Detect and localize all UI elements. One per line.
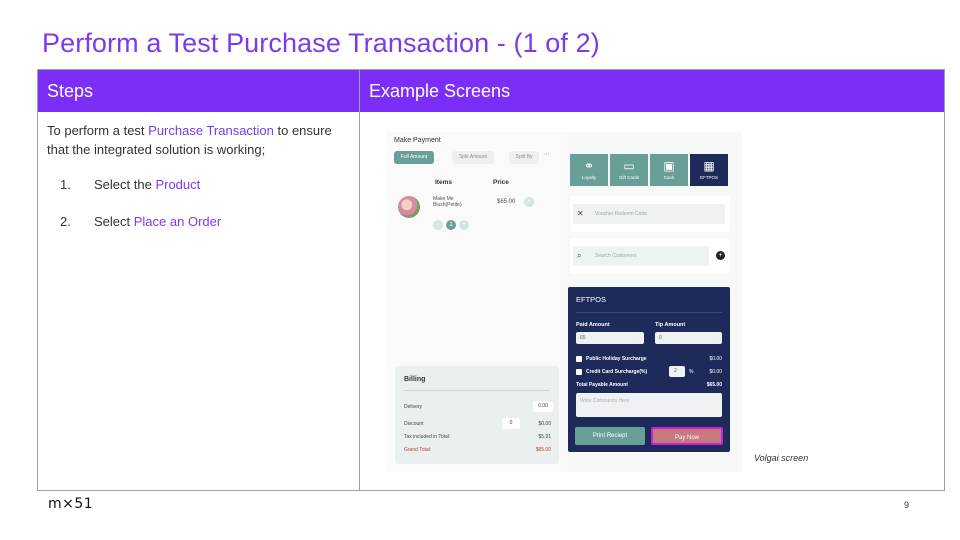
product-price: $65.00 <box>497 199 516 205</box>
paid-amount-input[interactable]: 65 <box>576 332 644 344</box>
paid-amount-label: Paid Amount <box>576 322 610 328</box>
split-amount-button[interactable]: Split Amount <box>452 151 494 164</box>
divider <box>404 390 550 391</box>
remove-item-icon[interactable]: × <box>524 197 534 207</box>
billing-title: Billing <box>404 376 426 383</box>
holiday-surcharge-value: $0.00 <box>709 356 722 362</box>
total-payable-value: $65.00 <box>706 382 722 388</box>
divider <box>576 312 722 313</box>
discount-input[interactable]: 0 <box>502 418 520 429</box>
more-options-icon[interactable]: ··· <box>543 151 550 158</box>
credit-surcharge-input[interactable]: 2 <box>669 366 685 377</box>
total-payable-label: Total Payable Amount <box>576 382 628 388</box>
tip-amount-input[interactable]: 0 <box>655 332 722 344</box>
header-steps: Steps <box>47 81 94 101</box>
comments-textarea[interactable]: Write Comments Here <box>576 393 722 417</box>
percent-sign: % <box>689 369 694 375</box>
slide: Perform a Test Purchase Transaction - (1… <box>0 0 960 540</box>
pay-now-button[interactable]: Pay Now <box>651 427 723 445</box>
step-2: 2. Select Place an Order <box>60 214 221 229</box>
holiday-surcharge-checkbox[interactable] <box>576 356 582 362</box>
page-title: Perform a Test Purchase Transaction - (1… <box>42 28 600 58</box>
quantity-value: 1 <box>446 220 456 230</box>
add-customer-icon[interactable]: + <box>716 251 725 260</box>
holiday-surcharge-label: Public Holiday Surcharge <box>586 356 647 362</box>
step-number: 2. <box>60 214 71 229</box>
tile-label: Gift Cards <box>618 175 640 180</box>
credit-surcharge-checkbox[interactable] <box>576 369 582 375</box>
delivery-input[interactable]: 0.00 <box>533 401 553 412</box>
tile-loyalty[interactable]: ⚭ Loyalty <box>570 154 608 186</box>
product-name: Make Me Blush(Petite) <box>433 196 462 208</box>
discount-label: Discount <box>404 421 424 427</box>
eftpos-title: EFTPOS <box>576 295 607 304</box>
customer-search-card: Search Customers ⌕ + <box>570 238 730 274</box>
voucher-card: Voucher Redeem Code ✕ <box>570 196 730 232</box>
gift-card-icon: ▭ <box>623 159 635 173</box>
delivery-label: Delivery <box>404 404 423 410</box>
tile-gift-cards[interactable]: ▭ Gift Cards <box>610 154 648 186</box>
increment-icon[interactable]: + <box>459 220 469 230</box>
eftpos-terminal-icon: ▦ <box>703 159 715 173</box>
tile-label: EFTPOS <box>699 175 718 180</box>
decrement-icon[interactable]: − <box>433 220 443 230</box>
eftpos-panel: EFTPOS Paid Amount Tip Amount 65 0 Publi… <box>568 287 730 452</box>
payment-screenshot: Make Payment Full Amount Split Amount Sp… <box>387 132 742 472</box>
step-1: 1. Select the Product <box>60 177 200 192</box>
voucher-icon: ✕ <box>577 209 584 218</box>
tile-cash[interactable]: ▣ Cash <box>650 154 688 186</box>
search-customers-input[interactable]: Search Customers <box>573 246 709 266</box>
credit-surcharge-value: $0.00 <box>709 369 722 375</box>
table-header: Steps Example Screens <box>38 70 944 112</box>
search-icon: ⌕ <box>577 251 582 260</box>
tip-amount-label: Tip Amount <box>655 322 686 328</box>
product-image <box>398 196 420 218</box>
intro-text: To perform a test <box>47 123 149 138</box>
make-payment-title: Make Payment <box>394 137 441 144</box>
items-header: Items <box>435 179 452 186</box>
page-number: 9 <box>904 500 910 510</box>
make-payment-panel: Make Payment Full Amount Split Amount Sp… <box>387 132 567 472</box>
tile-label: Loyalty <box>581 175 597 180</box>
grand-total-label: Grand Total: <box>404 447 432 453</box>
header-example-screens: Example Screens <box>369 81 511 101</box>
product-link[interactable]: Product <box>155 177 200 192</box>
billing-card: Billing Delivery 0.00 Discount 0 $0.00 T… <box>395 366 559 464</box>
tax-value: $5.91 <box>538 434 551 440</box>
screen-caption: Volgai screen <box>754 453 809 463</box>
full-amount-button[interactable]: Full Amount <box>394 151 434 164</box>
steps-intro: To perform a test Purchase Transaction t… <box>47 121 352 159</box>
loyalty-icon: ⚭ <box>583 159 595 173</box>
step-number: 1. <box>60 177 71 192</box>
credit-surcharge-label: Credit Card Surcharge(%) <box>586 369 648 375</box>
cash-icon: ▣ <box>663 159 675 173</box>
print-receipt-button[interactable]: Print Reciept <box>575 427 645 445</box>
price-header: Price <box>493 179 509 186</box>
column-divider <box>359 70 360 490</box>
payment-methods-panel: ⚭ Loyalty ▭ Gift Cards ▣ Cash ▦ EFTPOS V… <box>567 132 742 472</box>
step-text: Select <box>94 214 134 229</box>
discount-value: $0.00 <box>538 421 551 427</box>
mx51-logo: m×51 <box>48 496 94 512</box>
tax-label: Tax included in Total: <box>404 434 451 440</box>
tile-eftpos[interactable]: ▦ EFTPOS <box>690 154 728 186</box>
voucher-input[interactable]: Voucher Redeem Code <box>573 204 725 224</box>
tile-label: Cash <box>663 175 675 180</box>
place-order-link[interactable]: Place an Order <box>134 214 221 229</box>
split-by-button[interactable]: Split By <box>509 151 539 164</box>
step-text: Select the <box>94 177 156 192</box>
grand-total-value: $65.00 <box>535 447 551 453</box>
purchase-transaction-link[interactable]: Purchase Transaction <box>148 123 274 138</box>
